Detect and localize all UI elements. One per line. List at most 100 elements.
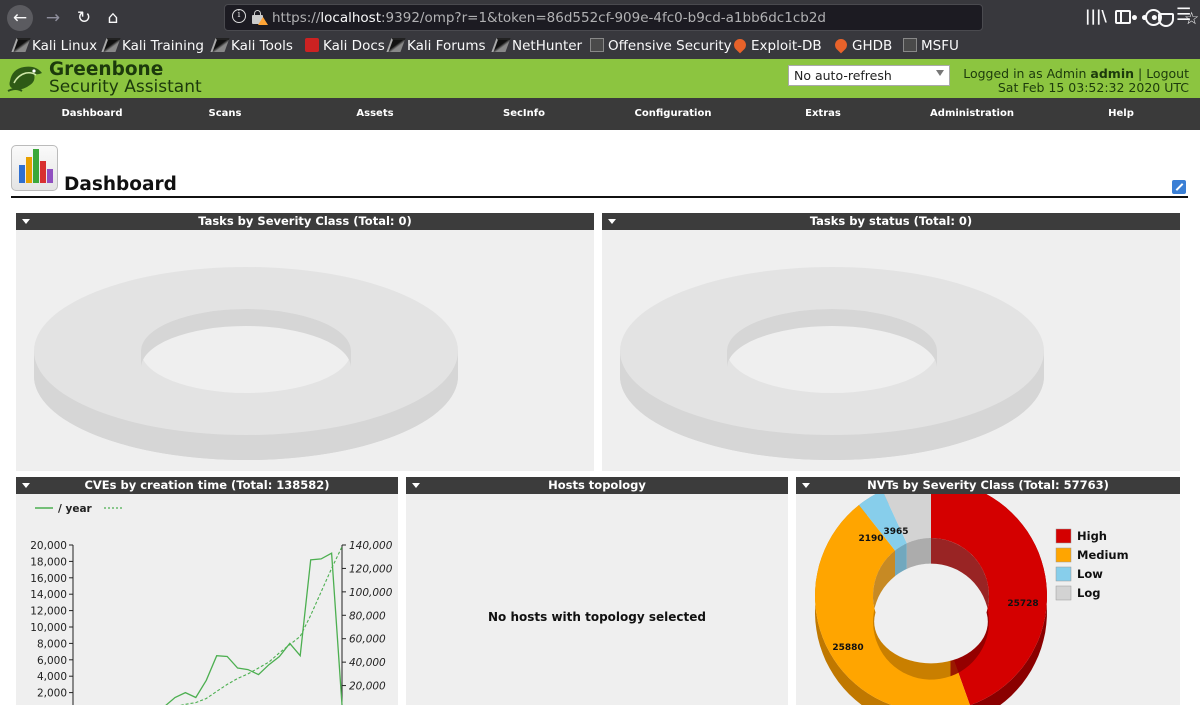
panel-header[interactable]: Tasks by Severity Class (Total: 0) [16,213,594,230]
greenbone-logo-icon[interactable] [6,61,46,95]
legend-swatch-medium [1055,547,1072,563]
panel-tasks-by-status: Tasks by status (Total: 0) [602,213,1180,471]
panel-header[interactable]: Tasks by status (Total: 0) [602,213,1180,230]
left-tick-label: 18,000 [30,556,67,568]
menu-item-extras[interactable]: Extras [763,108,883,119]
info-icon[interactable]: i [232,9,246,23]
bookmark-label: Kali Docs [323,38,385,54]
bookmark-item[interactable]: Kali Forums [386,38,486,56]
panel-header[interactable]: CVEs by creation time (Total: 138582) [16,477,398,494]
library-icon[interactable]: |||\ [1085,7,1107,25]
panel-title: Tasks by status (Total: 0) [809,214,973,228]
series-per-year [165,552,343,705]
donut-hole [874,579,988,664]
bookmark-label: NetHunter [512,38,583,54]
menu-item-secinfo[interactable]: SecInfo [464,108,584,119]
panel-menu-caret-icon[interactable] [22,219,30,224]
bookmarks-bar: Kali Linux Kali Training Kali Tools Kali Do… [0,35,1200,59]
auto-refresh-select[interactable]: No auto-refresh [788,65,950,86]
bookmark-label: Exploit-DB [751,38,822,54]
cve-line-chart: / year 2,000 4,000 6,000 8,000 10,000 12,000 14… [30,503,393,705]
bookmark-item[interactable]: Offensive Security [590,38,732,56]
page-title: Dashboard [64,174,177,195]
right-tick-label: 140,000 [349,540,393,552]
exploit-db-icon [731,36,749,54]
legend-swatch-low [1055,566,1072,582]
bookmark-item[interactable]: MSFU [903,38,959,56]
forward-arrow-icon[interactable]: → [40,5,66,31]
right-tick-label: 60,000 [349,634,386,646]
left-tick-label: 6,000 [37,655,67,667]
url-bar[interactable]: i https://localhost:9392/omp?r=1&token=8… [224,4,1199,31]
bookmark-label: Kali Forums [407,38,486,54]
legend-swatch-log [1055,585,1072,601]
empty-donut-chart [620,267,1044,460]
menu-item-dashboard[interactable]: Dashboard [32,108,152,119]
account-icon[interactable] [1145,9,1162,26]
no-hosts-message: No hosts with topology selected [488,610,706,624]
menu-item-scans[interactable]: Scans [165,108,285,119]
kali-dragon-icon [11,38,31,52]
panel-title: CVEs by creation time (Total: 138582) [84,478,330,492]
panel-menu-caret-icon[interactable] [22,483,30,488]
logout-link[interactable]: Logout [1146,66,1189,81]
panel-menu-caret-icon[interactable] [802,483,810,488]
dropdown-arrow-icon [936,70,944,76]
menu-item-administration[interactable]: Administration [912,108,1032,119]
back-arrow-icon[interactable]: ← [7,5,33,31]
reload-icon[interactable]: ↻ [71,5,97,31]
left-tick-label: 10,000 [30,622,67,634]
login-info: Logged in as Admin admin | Logout [963,66,1189,81]
bookmark-item[interactable]: Exploit-DB [731,36,822,56]
edit-dashboard-icon[interactable] [1172,180,1186,194]
donut-inner-log [906,538,931,569]
bookmark-item[interactable]: GHDB [832,36,892,56]
bookmark-label: Kali Linux [32,38,98,54]
insecure-lock-icon[interactable] [252,10,268,25]
auto-refresh-value: No auto-refresh [794,68,892,83]
bookmark-item[interactable]: Kali Training [101,38,204,56]
user-link[interactable]: admin [1090,66,1134,81]
menu-item-configuration[interactable]: Configuration [613,108,733,119]
hamburger-menu-icon[interactable]: ☰ [1176,5,1191,25]
offsec-icon [590,38,604,52]
bookmark-label: MSFU [921,38,959,54]
slice-value-label: 2190 [858,534,883,544]
right-tick-label: 40,000 [349,657,386,669]
legend-label-log: Log [1077,586,1100,600]
panel-menu-caret-icon[interactable] [608,219,616,224]
home-icon[interactable]: ⌂ [100,5,126,31]
panel-header[interactable]: NVTs by Severity Class (Total: 57763) [796,477,1180,494]
title-divider [11,196,1188,198]
kali-dragon-icon [210,38,230,52]
right-tick-label: 100,000 [349,587,393,599]
gsa-header: Greenbone Security Assistant No auto-ref… [0,59,1200,98]
menu-item-assets[interactable]: Assets [315,108,435,119]
brand-subtitle: Security Assistant [49,77,202,97]
legend-label-medium: Medium [1077,548,1129,562]
main-menu: Dashboard Scans Assets SecInfo Configuration… [0,98,1200,130]
menu-item-help[interactable]: Help [1061,108,1181,119]
bookmark-item[interactable]: Kali Docs [305,38,385,56]
url-text[interactable]: https://localhost:9392/omp?r=1&token=86d… [272,10,826,26]
bookmark-item[interactable]: Kali Tools [210,38,293,56]
logged-in-label: Logged in as Admin [963,66,1087,81]
panel-title: NVTs by Severity Class (Total: 57763) [867,478,1109,492]
slice-value-label: 3965 [883,527,908,537]
bookmark-item[interactable]: Kali Linux [11,38,98,56]
kali-dragon-icon [386,38,406,52]
panel-title: Hosts topology [548,478,646,492]
sidebar-icon[interactable] [1115,10,1131,24]
panel-menu-caret-icon[interactable] [412,483,420,488]
bookmark-item[interactable]: NetHunter [491,38,583,56]
bookmark-label: Offensive Security [608,38,732,54]
separator: | [1137,66,1143,81]
empty-donut-chart [34,267,458,460]
legend-label-low: Low [1077,567,1103,581]
bookmark-label: Kali Tools [231,38,293,54]
legend-swatch-high [1055,528,1072,544]
left-tick-label: 16,000 [30,573,67,585]
kali-dragon-icon [101,38,121,52]
panel-header[interactable]: Hosts topology [406,477,788,494]
right-tick-label: 120,000 [349,563,393,575]
